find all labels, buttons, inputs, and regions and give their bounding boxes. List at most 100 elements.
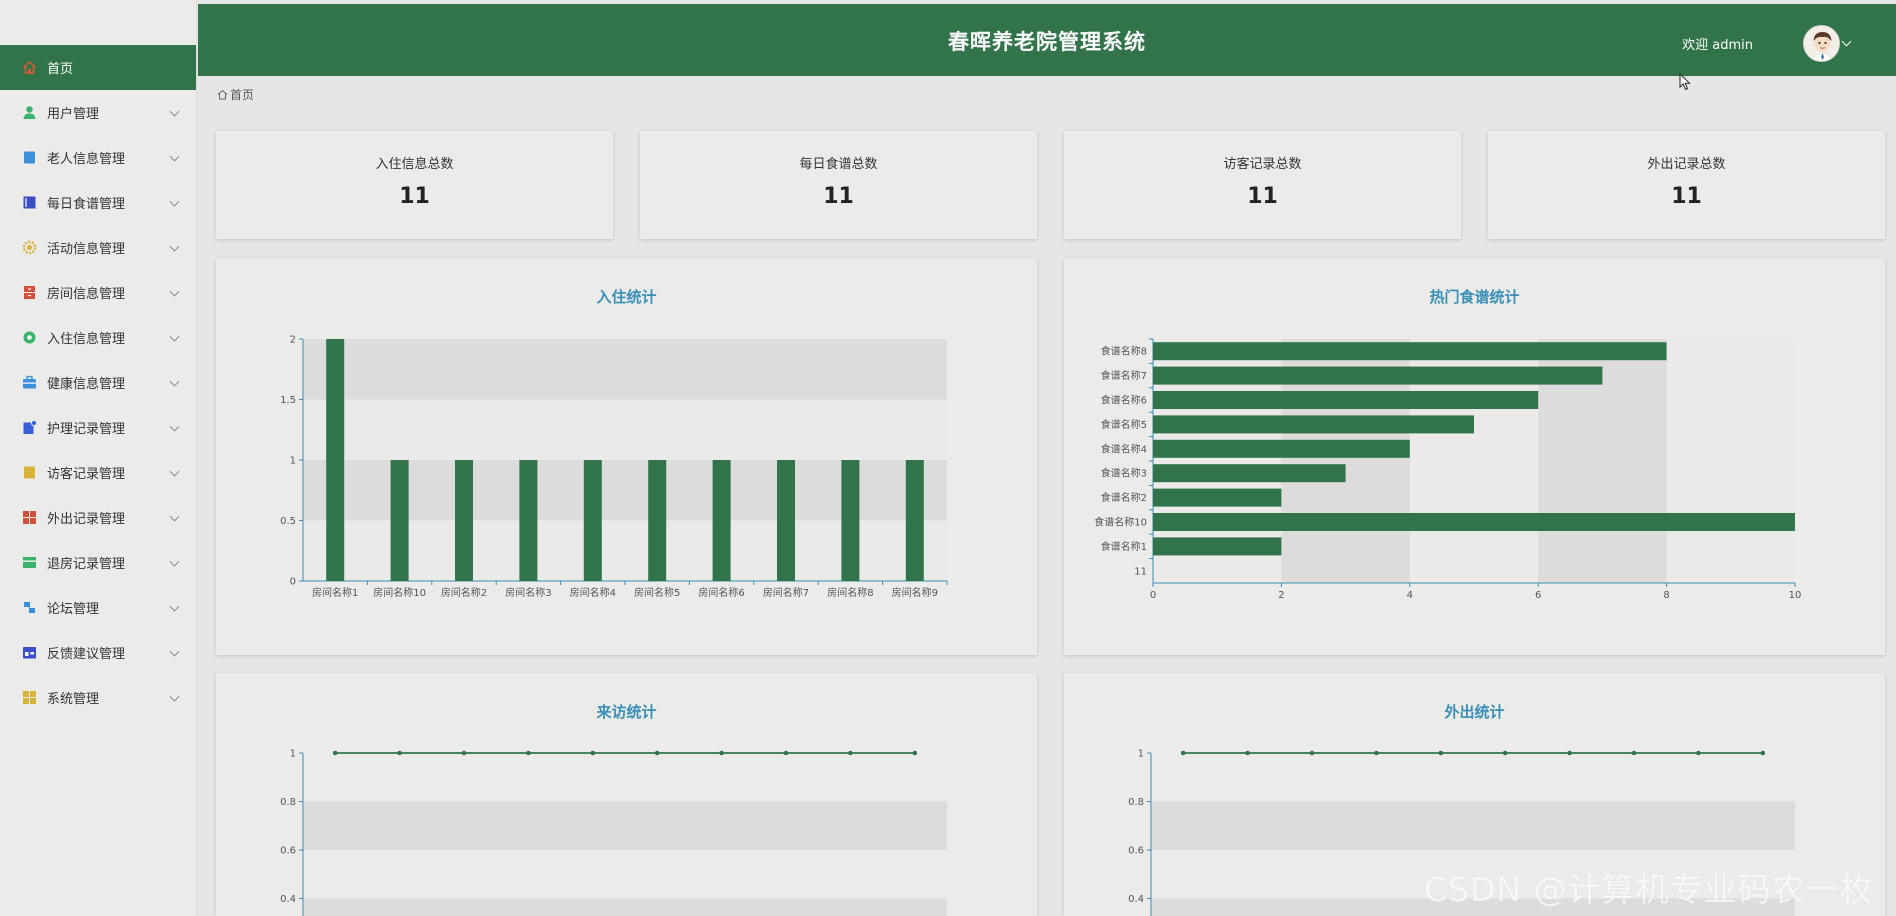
y-tick-label: 食谱名称5 bbox=[1101, 418, 1147, 431]
welcome-text: 欢迎 admin bbox=[1682, 38, 1753, 53]
stat-label: 入住信息总数 bbox=[375, 157, 454, 172]
y-tick-label: 1 bbox=[290, 749, 296, 760]
document-icon bbox=[22, 465, 37, 480]
sidebar-item[interactable]: 护理记录管理 bbox=[0, 405, 196, 450]
y-tick-label: 11 bbox=[1134, 566, 1147, 577]
sidebar-header bbox=[0, 0, 196, 45]
sidebar-item-label: 护理记录管理 bbox=[47, 422, 126, 437]
x-tick-label: 房间名称10 bbox=[373, 586, 426, 599]
chevron-down-icon bbox=[169, 691, 180, 702]
stat-label: 外出记录总数 bbox=[1647, 157, 1726, 172]
data-point bbox=[1438, 750, 1444, 756]
sidebar-item[interactable]: 用户管理 bbox=[0, 90, 196, 135]
sidebar-item[interactable]: 首页 bbox=[0, 45, 196, 90]
grid-band bbox=[303, 898, 947, 916]
y-tick-label: 食谱名称1 bbox=[1101, 540, 1147, 553]
y-tick-label: 食谱名称8 bbox=[1101, 345, 1147, 358]
sidebar-item[interactable]: 活动信息管理 bbox=[0, 225, 196, 270]
data-point bbox=[848, 750, 853, 756]
bar bbox=[1153, 488, 1282, 507]
list-icon bbox=[22, 195, 37, 210]
bar bbox=[583, 460, 602, 581]
avatar[interactable] bbox=[1803, 25, 1840, 62]
x-tick-label: 0 bbox=[1150, 590, 1156, 601]
store-icon bbox=[22, 645, 37, 660]
x-tick-label: 房间名称6 bbox=[698, 586, 744, 599]
x-tick-label: 房间名称2 bbox=[441, 586, 487, 599]
note-icon bbox=[22, 420, 37, 435]
chevron-down-icon bbox=[169, 196, 180, 207]
sidebar-item[interactable]: 退房记录管理 bbox=[0, 540, 196, 585]
bar bbox=[1153, 439, 1410, 458]
home-icon bbox=[22, 60, 37, 75]
book-icon bbox=[22, 150, 37, 165]
chevron-down-icon bbox=[169, 511, 180, 522]
watermark: CSDN @计算机专业码农一枚 bbox=[1424, 870, 1874, 909]
sidebar: 首页用户管理老人信息管理 每日食谱管理活动信息管理 房间信息管理入住信息管理健康信息… bbox=[0, 0, 197, 916]
sidebar-item-label: 用户管理 bbox=[47, 107, 100, 122]
x-tick-label: 10 bbox=[1789, 590, 1802, 601]
grid-band bbox=[303, 399, 947, 460]
chevron-down-icon bbox=[169, 376, 180, 387]
sidebar-item[interactable]: 入住信息管理 bbox=[0, 315, 196, 360]
grid-icon bbox=[22, 690, 37, 705]
x-tick-label: 4 bbox=[1407, 590, 1413, 601]
cabinet-icon bbox=[22, 285, 37, 300]
y-tick-label: 食谱名称2 bbox=[1101, 491, 1147, 504]
chevron-down-icon bbox=[169, 646, 180, 657]
data-point bbox=[1567, 750, 1572, 756]
y-tick-label: 1.5 bbox=[280, 395, 296, 406]
bar bbox=[519, 460, 538, 581]
sidebar-item[interactable]: 论坛管理 bbox=[0, 585, 196, 630]
grid-band bbox=[1151, 801, 1795, 850]
grid-band bbox=[303, 339, 947, 400]
breadcrumb-home[interactable]: 首页 bbox=[230, 86, 254, 103]
bar bbox=[1153, 366, 1603, 385]
chevron-down-icon bbox=[169, 241, 180, 252]
stat-value: 11 bbox=[823, 184, 854, 209]
bar bbox=[455, 460, 473, 581]
y-tick-label: 食谱名称10 bbox=[1094, 516, 1147, 529]
data-point bbox=[1760, 750, 1766, 756]
sidebar-item[interactable]: 每日食谱管理 bbox=[0, 180, 196, 225]
chevron-down-icon bbox=[169, 286, 180, 297]
bar bbox=[777, 460, 795, 581]
sidebar-item-label: 退房记录管理 bbox=[47, 557, 126, 572]
chevron-down-icon bbox=[169, 331, 180, 342]
sidebar-item[interactable]: 健康信息管理 bbox=[0, 360, 196, 405]
stat-value: 11 bbox=[399, 184, 430, 209]
stat-card-outings: 外出记录总数 11 bbox=[1488, 131, 1885, 239]
x-tick-label: 房间名称8 bbox=[827, 586, 873, 599]
sidebar-item[interactable]: 反馈建议管理 bbox=[0, 630, 196, 675]
sidebar-item-label: 房间信息管理 bbox=[47, 287, 126, 302]
box-icon bbox=[22, 555, 37, 570]
checkin-chart-panel: 入住统计 0 0.5 1 1.5 2 房间名称1 房间名称10 房间名称2 房间名称3 房间名称4… bbox=[216, 258, 1037, 655]
x-tick-label: 6 bbox=[1535, 590, 1541, 601]
sidebar-item[interactable]: 外出记录管理 bbox=[0, 495, 196, 540]
sidebar-item-label: 首页 bbox=[47, 62, 74, 77]
chevron-down-icon bbox=[169, 556, 180, 567]
sidebar-item-label: 活动信息管理 bbox=[47, 242, 126, 257]
gear-icon bbox=[22, 240, 37, 255]
sidebar-item[interactable]: 房间信息管理 bbox=[0, 270, 196, 315]
sidebar-item[interactable]: 老人信息管理 bbox=[0, 135, 196, 180]
y-tick-label: 食谱名称3 bbox=[1101, 467, 1147, 480]
y-tick-label: 0.6 bbox=[1128, 846, 1144, 857]
data-point bbox=[912, 750, 918, 756]
sidebar-item-label: 论坛管理 bbox=[47, 602, 100, 617]
y-tick-label: 0.6 bbox=[280, 846, 296, 857]
sidebar-item[interactable]: 访客记录管理 bbox=[0, 450, 196, 495]
sidebar-item-label: 反馈建议管理 bbox=[47, 647, 126, 662]
sidebar-item-label: 健康信息管理 bbox=[47, 377, 126, 392]
chevron-down-icon bbox=[169, 151, 180, 162]
sidebar-item[interactable]: 系统管理 bbox=[0, 675, 196, 720]
data-point bbox=[526, 750, 531, 756]
grid-icon bbox=[22, 510, 37, 525]
x-tick-label: 房间名称1 bbox=[312, 586, 358, 599]
data-point bbox=[1309, 750, 1315, 756]
y-tick-label: 0.5 bbox=[280, 516, 296, 527]
data-point bbox=[1374, 750, 1379, 756]
x-tick-label: 2 bbox=[1278, 590, 1284, 601]
avatar-image bbox=[1804, 26, 1839, 61]
bar bbox=[1153, 464, 1346, 483]
